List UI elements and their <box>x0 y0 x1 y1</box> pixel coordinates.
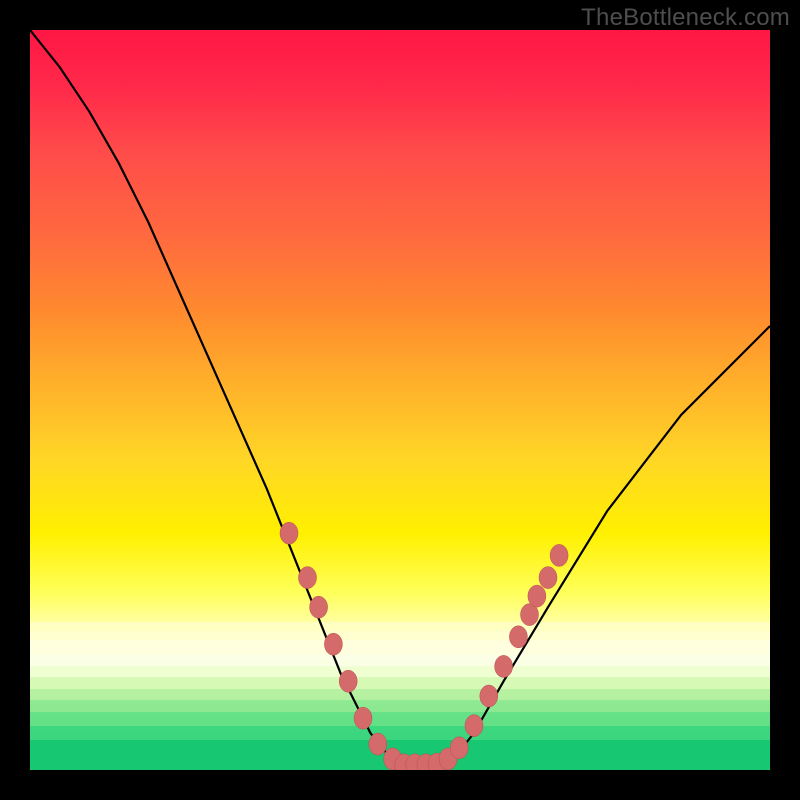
hotspot-marker <box>465 715 483 737</box>
hotspot-marker <box>310 596 328 618</box>
hotspot-marker <box>339 670 357 692</box>
hotspot-marker <box>369 733 387 755</box>
hotspot-marker <box>528 585 546 607</box>
hotspot-marker <box>539 567 557 589</box>
chart-frame: TheBottleneck.com <box>0 0 800 800</box>
hotspot-marker <box>495 655 513 677</box>
watermark-text: TheBottleneck.com <box>581 4 790 32</box>
hotspot-marker <box>480 685 498 707</box>
plot-area <box>30 30 770 770</box>
hotspot-marker <box>280 522 298 544</box>
hotspot-marker <box>324 633 342 655</box>
bottleneck-curve <box>30 30 770 766</box>
hotspot-marker <box>550 544 568 566</box>
hotspot-marker <box>354 707 372 729</box>
chart-overlay-svg <box>30 30 770 770</box>
hotspot-marker <box>509 626 527 648</box>
hotspot-marker <box>450 737 468 759</box>
hotspot-marker <box>299 567 317 589</box>
